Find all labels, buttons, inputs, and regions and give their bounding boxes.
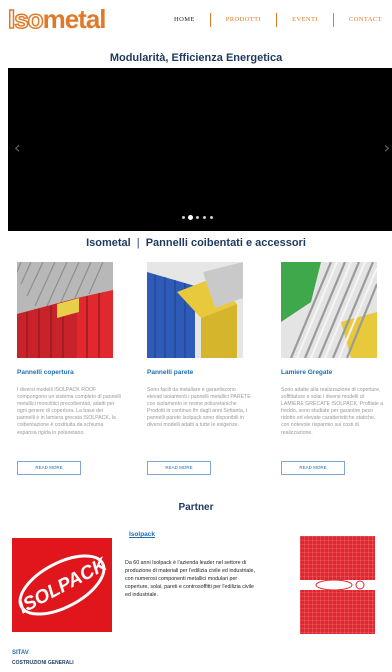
wall-panel-image[interactable] <box>147 262 243 358</box>
roof-panel-image[interactable] <box>17 262 113 358</box>
main-nav: HOME PRODOTTI EVENTI CONTACT <box>166 13 392 27</box>
section-brand: Isometal <box>86 237 131 249</box>
isometal-logo[interactable]: Iso metal <box>7 3 107 35</box>
bottom-partner-name[interactable]: SITAV <box>12 650 29 656</box>
nav-home[interactable]: HOME <box>166 13 210 27</box>
product-card-copertura: Pannelli copertura I diversi modelli ISO… <box>17 262 121 475</box>
partner-brochure-image[interactable] <box>300 536 375 634</box>
slider-dot-active[interactable] <box>189 216 192 219</box>
product-description: Sono facili da installare e garantiscono… <box>147 387 251 429</box>
slider-dot[interactable] <box>196 216 199 219</box>
bottom-partner-subtitle: COSTRUZIONI GENERALI <box>12 660 74 666</box>
site-header: Iso metal HOME PRODOTTI EVENTI CONTACT <box>0 0 392 40</box>
chevron-right-icon[interactable]: › <box>384 138 390 157</box>
product-card-parete: Pannelli parete Sono facili da installar… <box>147 262 251 475</box>
product-title[interactable]: Pannelli parete <box>147 369 251 379</box>
read-more-button[interactable]: READ MORE <box>147 461 211 475</box>
product-description: Sono adatte alla realizzazione di copert… <box>281 387 384 436</box>
nav-contact[interactable]: CONTACT <box>332 13 392 27</box>
slider-dot[interactable] <box>182 216 185 219</box>
nav-prodotti[interactable]: PRODOTTI <box>209 13 276 27</box>
slider-dots <box>182 216 213 219</box>
section-subtitle: Pannelli coibentati e accessori <box>145 237 306 249</box>
isolpack-logo[interactable]: ISOLPACK <box>12 538 112 632</box>
hero-heading: Modularità, Efficienza Energetica <box>109 52 283 64</box>
product-title[interactable]: Lamiere Gregate <box>281 369 385 379</box>
product-title[interactable]: Pannelli copertura <box>17 369 121 379</box>
corrugated-sheet-image[interactable] <box>281 262 377 358</box>
product-description: I diversi modelli ISOLPACK ROOF compongo… <box>17 387 121 436</box>
partner-description: Da 60 anni Isolpack è l'azienda leader n… <box>125 560 255 598</box>
product-card-lamiere: Lamiere Gregate Sono adatte alla realizz… <box>281 262 385 475</box>
section-separator: | <box>136 237 140 249</box>
logo-part-metal: metal <box>42 3 107 34</box>
nav-eventi[interactable]: EVENTI <box>276 13 333 27</box>
slider-dot[interactable] <box>210 216 213 219</box>
slider-dot[interactable] <box>203 216 206 219</box>
section-title: Isometal | Pannelli coibentati e accesso… <box>0 237 392 249</box>
chevron-left-icon[interactable]: ‹ <box>14 138 20 157</box>
logo-part-iso: Iso <box>7 3 44 35</box>
hero-slider[interactable]: ‹ › <box>8 68 392 231</box>
read-more-button[interactable]: READ MORE <box>281 461 345 475</box>
partner-name-link[interactable]: Isolpack <box>129 531 155 538</box>
partner-heading: Partner <box>178 502 214 513</box>
read-more-button[interactable]: READ MORE <box>17 461 81 475</box>
